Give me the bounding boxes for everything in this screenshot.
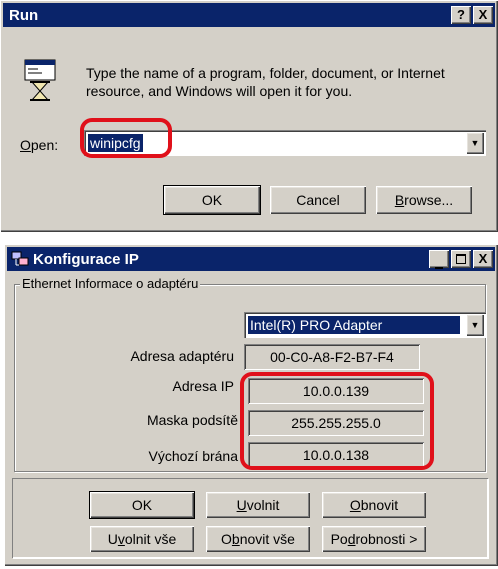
run-title: Run [9, 6, 39, 24]
renew-all-pre: O [221, 531, 232, 547]
details-button[interactable]: Po d robnosti > [322, 526, 426, 552]
adapter-select[interactable]: Intel(R) PRO Adapter ▼ [244, 312, 486, 338]
details-accel: d [347, 531, 356, 547]
maximize-icon [456, 254, 466, 264]
release-accel: U [236, 497, 247, 513]
group-label: Ethernet Informace o adaptéru [20, 276, 201, 291]
open-label-accel: O [20, 137, 31, 153]
ipconfig-ok-button[interactable]: OK [89, 491, 195, 519]
release-button[interactable]: Uvolnit [206, 492, 310, 518]
run-program-icon [22, 58, 58, 102]
highlight-ip-settings [240, 372, 434, 470]
renew-all-accel: b [231, 531, 240, 547]
row-label-mac: Adresa adaptéru [130, 348, 234, 364]
release-all-button[interactable]: Uv olnit vše [90, 526, 194, 552]
help-button[interactable]: ? [451, 6, 471, 24]
run-titlebar: Run ? X [3, 3, 495, 27]
open-dropdown-button[interactable]: ▼ [466, 132, 484, 154]
release-text: volnit [246, 497, 280, 513]
highlight-open-input [80, 118, 172, 158]
chevron-down-icon: ▼ [470, 138, 480, 148]
row-label-ip: Adresa IP [172, 378, 234, 394]
run-cancel-button[interactable]: Cancel [270, 186, 366, 214]
run-dialog: Run ? X Type the name of a program, fold… [0, 0, 498, 232]
browse-text: rowse... [404, 192, 454, 208]
renew-all-text: novit vše [239, 531, 295, 547]
adapter-dropdown-button[interactable]: ▼ [466, 314, 484, 336]
run-browse-button[interactable]: Browse... [376, 186, 472, 214]
browse-accel: B [394, 192, 405, 208]
network-icon [11, 251, 29, 267]
run-description: Type the name of a program, folder, docu… [86, 65, 445, 99]
run-ok-button[interactable]: OK [163, 185, 261, 215]
chevron-down-icon: ▼ [470, 320, 480, 330]
mac-address-value: 00-C0-A8-F2-B7-F4 [244, 344, 420, 370]
details-text: robnosti > [355, 531, 418, 547]
ipconfig-dialog: Konfigurace IP X Ethernet Informace o ad… [4, 244, 498, 566]
maximize-button[interactable] [451, 250, 471, 268]
close-button[interactable]: X [473, 6, 493, 24]
row-label-gateway: Výchozí brána [148, 448, 239, 464]
renew-text: bnovit [360, 497, 399, 513]
release-all-pre: U [107, 531, 118, 547]
renew-button[interactable]: Obnovit [322, 492, 426, 518]
open-label-text: pen: [30, 137, 59, 153]
adapter-select-value: Intel(R) PRO Adapter [248, 316, 460, 334]
details-pre: Po [330, 531, 348, 547]
release-all-text: olnit vše [124, 531, 177, 547]
open-label: Open: [20, 137, 58, 153]
release-all-accel: v [117, 531, 125, 547]
minimize-button[interactable] [429, 250, 449, 269]
ipconfig-titlebar: Konfigurace IP X [7, 247, 495, 271]
ipconfig-close-button[interactable]: X [473, 250, 493, 268]
renew-all-button[interactable]: Ob novit vše [206, 526, 310, 552]
ipconfig-title: Konfigurace IP [33, 250, 139, 268]
minimize-icon [435, 267, 443, 269]
renew-accel: O [349, 497, 361, 513]
row-label-mask: Maska podsítě [146, 412, 238, 428]
